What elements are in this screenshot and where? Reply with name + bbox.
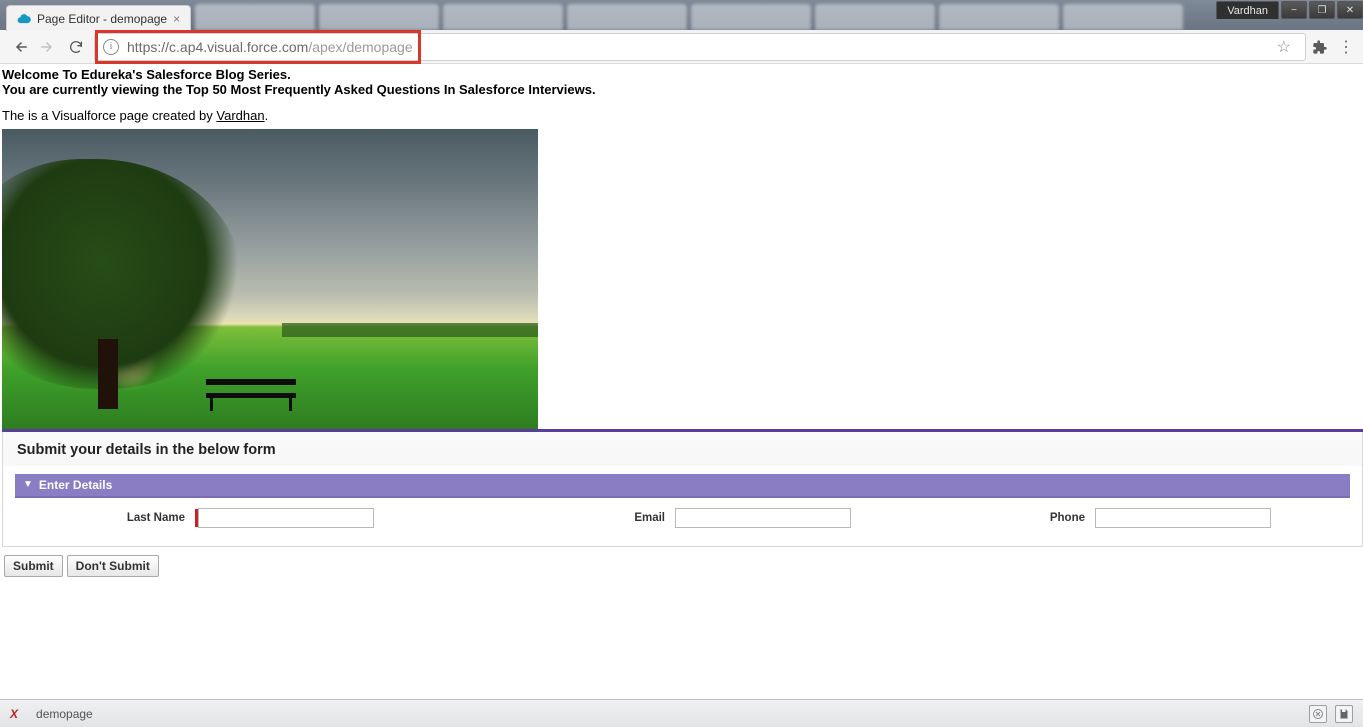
input-phone[interactable] [1095, 508, 1271, 528]
tab-inactive[interactable] [195, 4, 315, 30]
author-link[interactable]: Vardhan [216, 108, 264, 123]
dev-page-name[interactable]: demopage [36, 707, 93, 721]
created-by-prefix: The is a Visualforce page created by [2, 108, 216, 123]
cancel-button[interactable]: Don't Submit [67, 555, 159, 577]
label-last-name: Last Name [115, 512, 185, 524]
bookmark-star-icon[interactable]: ☆ [1277, 37, 1291, 57]
label-phone: Phone [1015, 512, 1085, 524]
hero-image [2, 129, 538, 429]
tab-inactive[interactable] [939, 4, 1059, 30]
field-last-name: Last Name [15, 508, 575, 528]
dev-error-icon[interactable]: X [10, 707, 18, 721]
submit-button[interactable]: Submit [4, 555, 63, 577]
site-info-icon[interactable]: i [103, 39, 119, 55]
input-email[interactable] [675, 508, 851, 528]
welcome-heading-line2: You are currently viewing the Top 50 Mos… [2, 83, 1363, 98]
tab-inactive[interactable] [443, 4, 563, 30]
os-maximize-button[interactable]: ❐ [1309, 1, 1335, 19]
tab-inactive[interactable] [691, 4, 811, 30]
tab-active[interactable]: Page Editor - demopage × [6, 5, 191, 31]
extension-icon[interactable] [1312, 39, 1328, 55]
dev-save-icon[interactable] [1335, 705, 1353, 723]
developer-footer: X demopage [0, 699, 1363, 727]
input-last-name[interactable] [198, 508, 374, 528]
nav-forward-button[interactable] [34, 33, 62, 61]
nav-back-button[interactable] [6, 33, 34, 61]
address-bar[interactable]: i https://c.ap4.visual.force.com/apex/de… [94, 33, 1306, 61]
welcome-heading-line1: Welcome To Edureka's Salesforce Blog Ser… [2, 68, 1363, 83]
tab-close-icon[interactable]: × [173, 12, 180, 26]
os-minimize-button[interactable]: − [1281, 1, 1307, 19]
button-bar: Submit Don't Submit [2, 547, 1363, 585]
section-header[interactable]: ▼ Enter Details [15, 474, 1350, 498]
dev-status-icon[interactable] [1309, 705, 1327, 723]
field-email: Email [575, 508, 995, 528]
section-title: Enter Details [39, 478, 112, 492]
address-text: https://c.ap4.visual.force.com/apex/demo… [127, 39, 413, 55]
os-user-badge[interactable]: Vardhan [1216, 1, 1279, 19]
browser-toolbar: i https://c.ap4.visual.force.com/apex/de… [0, 30, 1363, 64]
page-content: Welcome To Edureka's Salesforce Blog Ser… [0, 64, 1363, 585]
field-phone: Phone [995, 508, 1350, 528]
tab-title: Page Editor - demopage [37, 12, 167, 26]
tab-inactive[interactable] [567, 4, 687, 30]
tab-inactive[interactable] [1063, 4, 1183, 30]
form-row: Last Name Email Phone [15, 498, 1350, 528]
pageblock-title: Submit your details in the below form [3, 432, 1362, 466]
pageblock: Submit your details in the below form ▼ … [2, 432, 1363, 547]
section-collapse-icon[interactable]: ▼ [23, 479, 33, 490]
browser-menu-icon[interactable]: ⋮ [1338, 37, 1353, 57]
nav-reload-button[interactable] [62, 33, 90, 61]
tab-inactive[interactable] [319, 4, 439, 30]
cloud-icon [17, 12, 31, 26]
created-by-line: The is a Visualforce page created by Var… [2, 108, 1363, 123]
tab-inactive[interactable] [815, 4, 935, 30]
browser-tabstrip: Page Editor - demopage × [0, 0, 1363, 30]
os-close-button[interactable]: ✕ [1337, 1, 1363, 19]
created-by-suffix: . [265, 108, 269, 123]
label-email: Email [595, 512, 665, 524]
